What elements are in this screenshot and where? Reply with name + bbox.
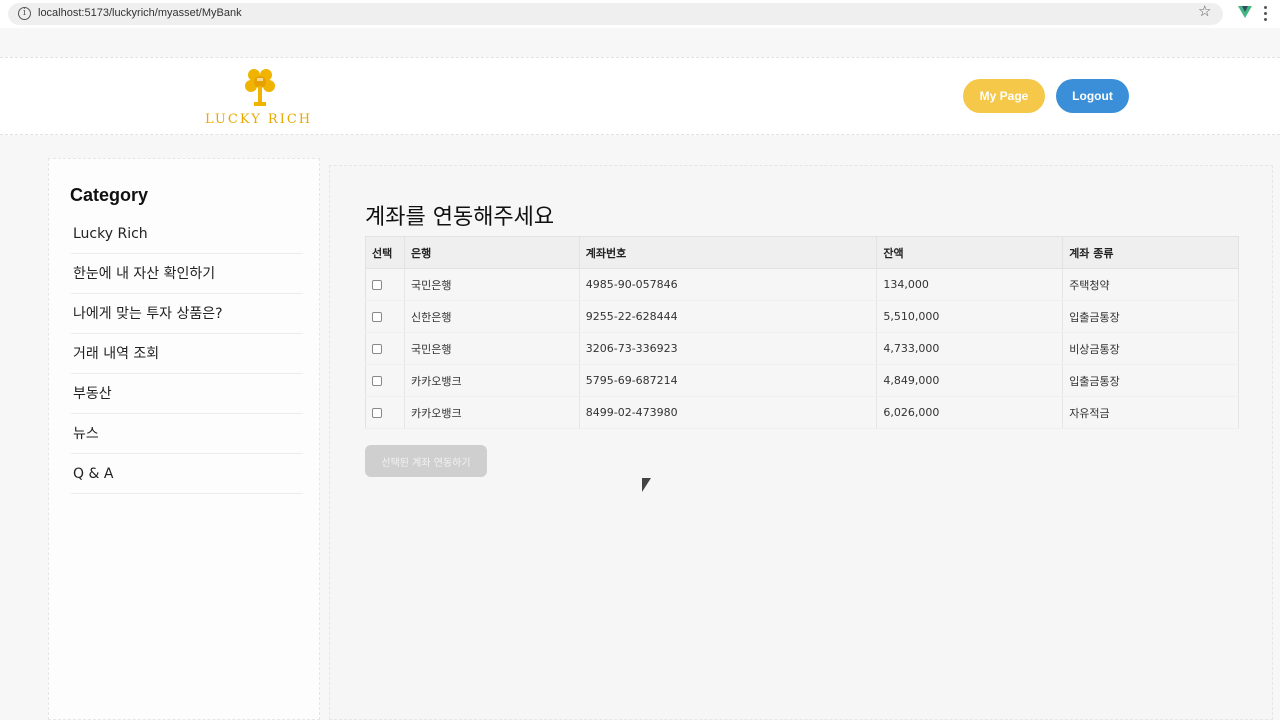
sidebar-title: Category [70,185,149,205]
account-type-cell: 입출금통장 [1062,364,1239,397]
select-checkbox[interactable] [372,312,382,322]
category-list: Lucky Rich 한눈에 내 자산 확인하기 나에게 맞는 투자 상품은? … [71,214,303,494]
column-header-select: 선택 [365,236,405,269]
site-header: LUCKY RICH My Page Logout [0,57,1280,135]
sidebar-item-transaction-history[interactable]: 거래 내역 조회 [71,334,303,374]
sidebar-item-investment-products[interactable]: 나에게 맞는 투자 상품은? [71,294,303,334]
column-header-account-type: 계좌 종류 [1062,236,1239,269]
vue-devtools-icon[interactable] [1238,6,1252,18]
sidebar-item-news[interactable]: 뉴스 [71,414,303,454]
account-type-cell: 비상금통장 [1062,332,1239,365]
select-checkbox[interactable] [372,344,382,354]
balance-cell: 5,510,000 [876,300,1064,333]
page-title: 계좌를 연동해주세요 [365,205,555,230]
category-sidebar: Category Lucky Rich 한눈에 내 자산 확인하기 나에게 맞는… [48,158,320,720]
account-number-cell: 3206-73-336923 [579,332,878,365]
bank-cell: 카카오뱅크 [404,364,580,397]
logout-button[interactable]: Logout [1056,79,1129,113]
sidebar-item-qna[interactable]: Q & A [71,454,303,494]
table-row: 국민은행 4985-90-057846 134,000 주택청약 [365,268,1239,301]
column-header-account-number: 계좌번호 [579,236,878,269]
account-type-cell: 자유적금 [1062,396,1239,429]
bank-cell: 카카오뱅크 [404,396,580,429]
account-number-cell: 8499-02-473980 [579,396,878,429]
balance-cell: 134,000 [876,268,1064,301]
browser-menu-icon[interactable] [1264,6,1267,21]
balance-cell: 6,026,000 [876,396,1064,429]
table-row: 카카오뱅크 5795-69-687214 4,849,000 입출금통장 [365,364,1239,397]
table-row: 국민은행 3206-73-336923 4,733,000 비상금통장 [365,332,1239,365]
mouse-cursor-icon [642,478,651,492]
account-number-cell: 9255-22-628444 [579,300,878,333]
address-bar[interactable]: i localhost:5173/luckyrich/myasset/MyBan… [8,3,1223,25]
bank-cell: 국민은행 [404,332,580,365]
balance-cell: 4,733,000 [876,332,1064,365]
account-number-cell: 4985-90-057846 [579,268,878,301]
browser-toolbar: i localhost:5173/luckyrich/myasset/MyBan… [0,0,1280,28]
link-selected-accounts-button[interactable]: 선택된 계좌 연동하기 [365,445,487,477]
accounts-table: 선택 은행 계좌번호 잔액 계좌 종류 국민은행 4985-90-057846 … [365,236,1239,429]
sidebar-item-real-estate[interactable]: 부동산 [71,374,303,414]
logo-text: LUCKY RICH [205,112,313,127]
table-header-row: 선택 은행 계좌번호 잔액 계좌 종류 [365,236,1239,269]
account-type-cell: 입출금통장 [1062,300,1239,333]
bank-cell: 신한은행 [404,300,580,333]
info-icon[interactable]: i [18,7,31,20]
bank-cell: 국민은행 [404,268,580,301]
table-row: 카카오뱅크 8499-02-473980 6,026,000 자유적금 [365,396,1239,429]
table-row: 신한은행 9255-22-628444 5,510,000 입출금통장 [365,300,1239,333]
column-header-bank: 은행 [404,236,580,269]
select-checkbox[interactable] [372,376,382,386]
clover-logo-icon [245,69,275,106]
select-checkbox[interactable] [372,280,382,290]
column-header-balance: 잔액 [876,236,1064,269]
main-panel: 계좌를 연동해주세요 선택 은행 계좌번호 잔액 계좌 종류 국민은행 4985… [329,165,1273,720]
url-text[interactable]: localhost:5173/luckyrich/myasset/MyBank [38,7,242,19]
account-type-cell: 주택청약 [1062,268,1239,301]
bookmark-star-icon[interactable]: ☆ [1198,2,1211,20]
sidebar-item-asset-overview[interactable]: 한눈에 내 자산 확인하기 [71,254,303,294]
sidebar-item-lucky-rich[interactable]: Lucky Rich [71,214,303,254]
account-number-cell: 5795-69-687214 [579,364,878,397]
select-checkbox[interactable] [372,408,382,418]
my-page-button[interactable]: My Page [963,79,1045,113]
logo[interactable]: LUCKY RICH [205,66,315,130]
balance-cell: 4,849,000 [876,364,1064,397]
